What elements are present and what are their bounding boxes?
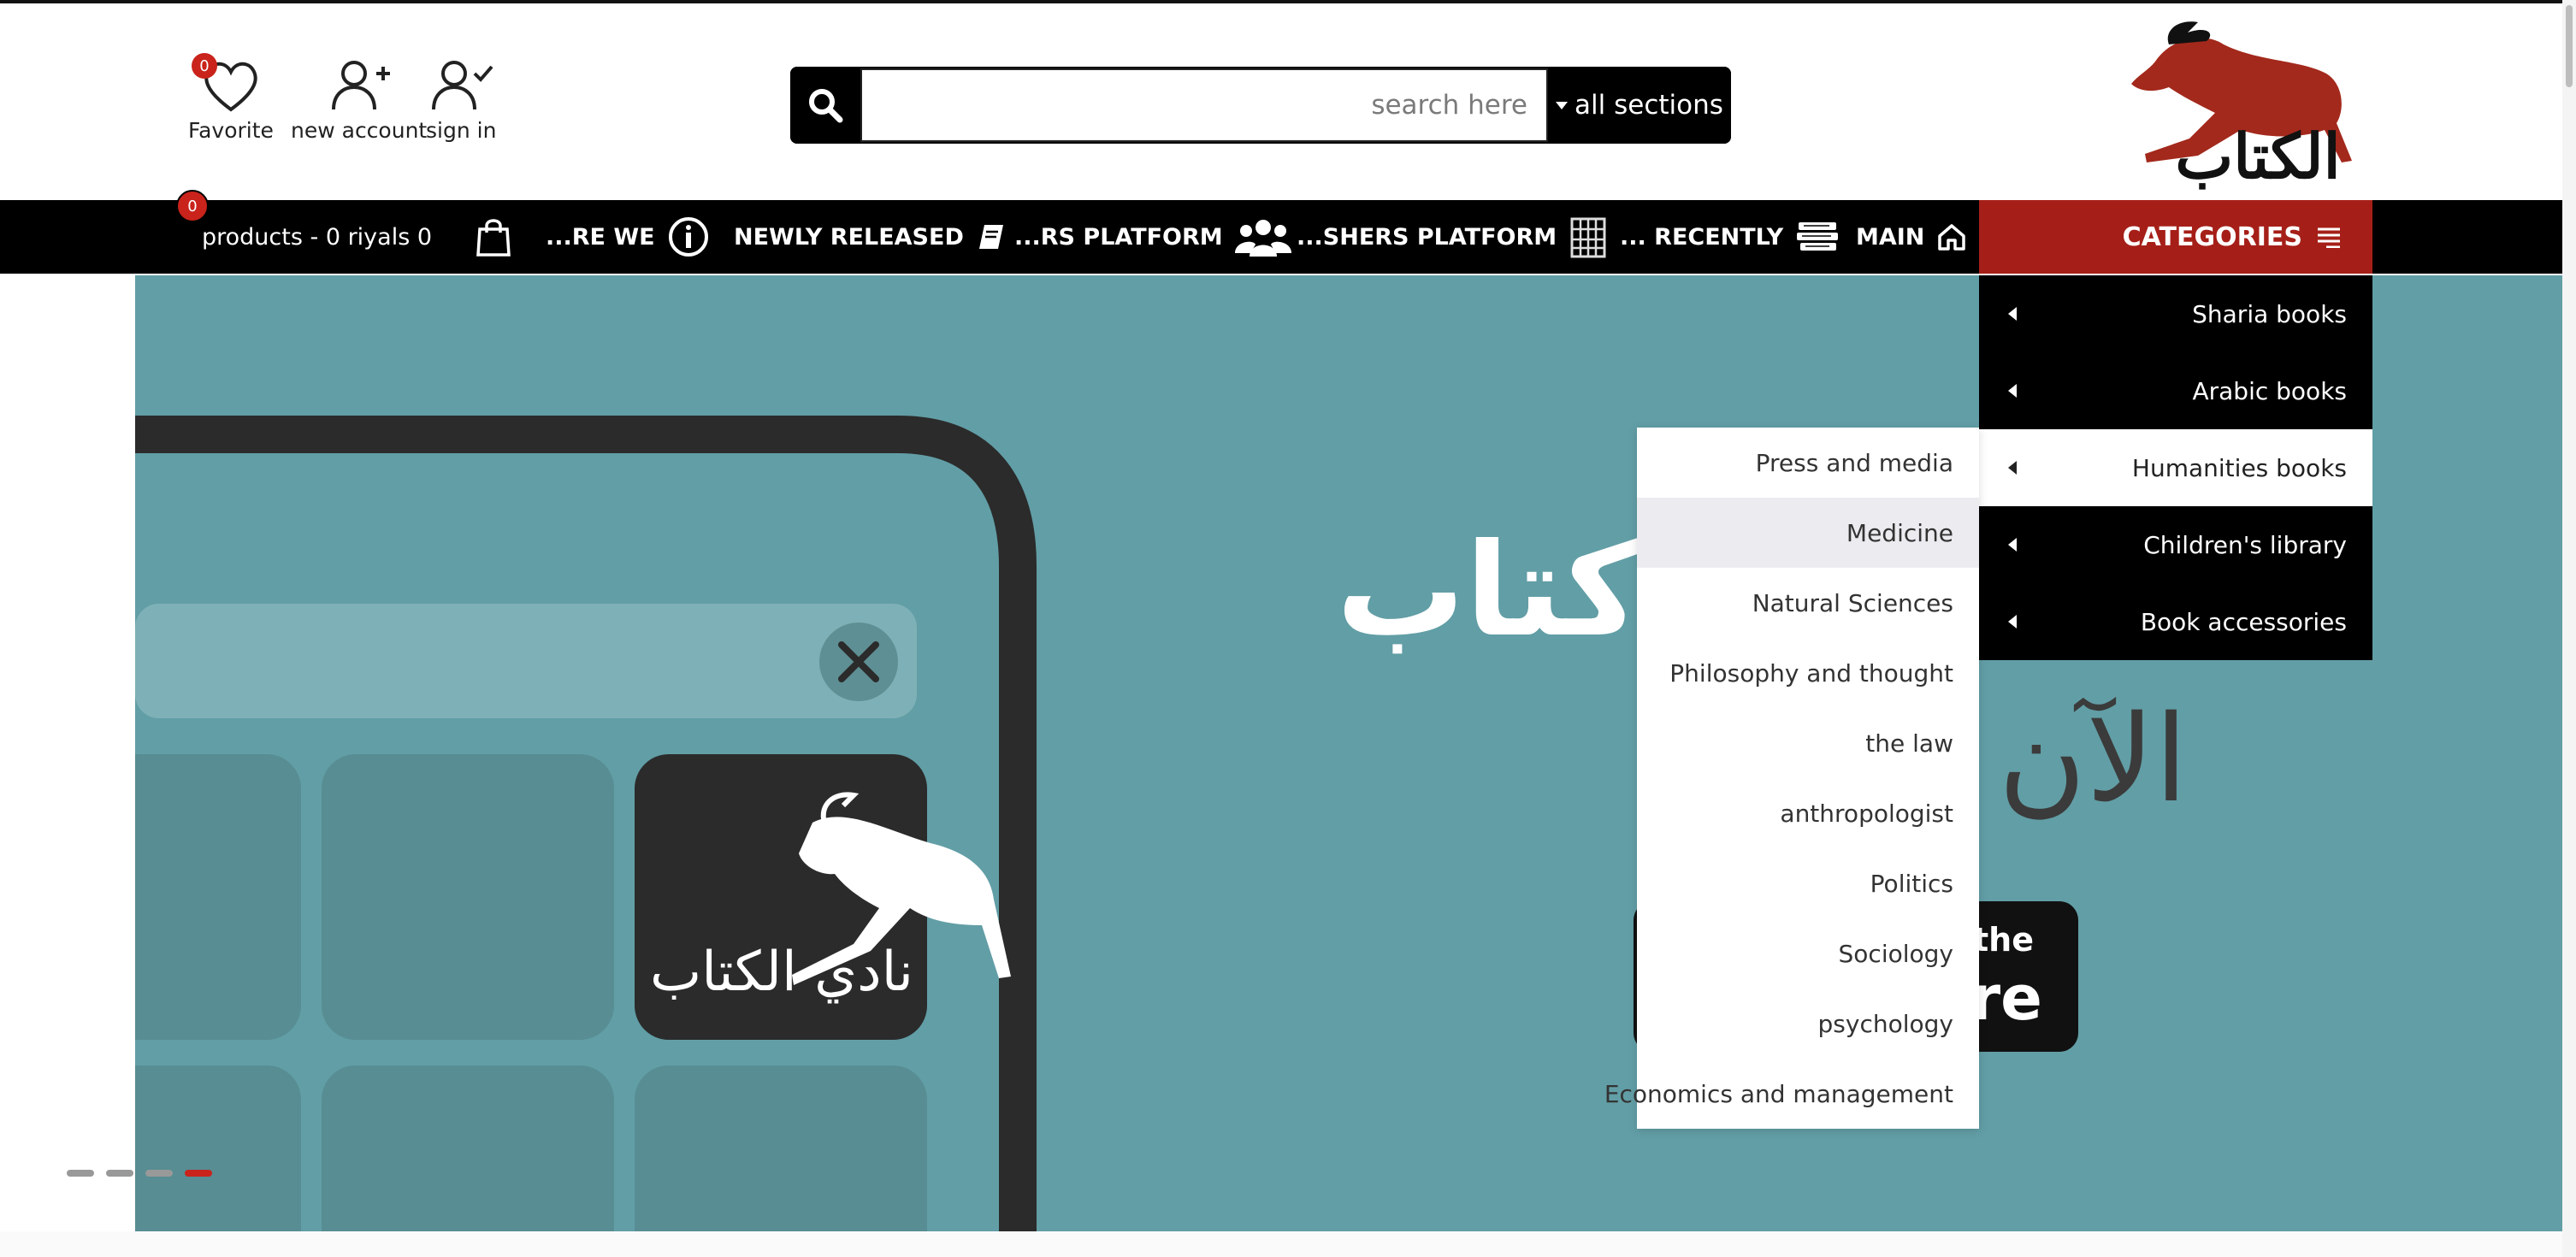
category-humanities-books[interactable]: Humanities books — [1979, 429, 2372, 506]
humanities-submenu: Press and media Medicine Natural Science… — [1604, 428, 1979, 1129]
store-badge-big-text: re — [1970, 962, 2042, 1034]
site-logo[interactable]: الكتاب — [2095, 10, 2369, 200]
category-label: Sharia books — [2192, 299, 2347, 328]
nav-publishers-label: ...SHERS PLATFORM — [1297, 223, 1557, 251]
nav-newly-released-label: NEWLY RELEASED — [734, 223, 964, 251]
nav-main-label: MAIN — [1856, 223, 1925, 251]
favorite-count-badge: 0 — [192, 53, 217, 79]
sign-in-link[interactable]: sign in — [426, 56, 496, 143]
subcategory-economics-management[interactable]: Economics and management — [1604, 1059, 1979, 1129]
vertical-scrollbar[interactable] — [2562, 0, 2576, 1257]
hero-app-label: نادي الكتاب — [650, 941, 913, 1004]
subcategory-psychology[interactable]: psychology — [1637, 988, 1979, 1059]
add-user-icon — [331, 61, 390, 110]
subcategory-philosophy[interactable]: Philosophy and thought — [1637, 638, 1979, 708]
home-icon — [1938, 224, 1966, 251]
logo-text: الكتاب — [2175, 120, 2340, 192]
nav-recently-added[interactable]: ... RECENTLY — [1620, 200, 1840, 274]
caret-left-icon — [2008, 615, 2017, 628]
subcategory-politics[interactable]: Politics — [1637, 848, 1979, 918]
subcategory-press-media[interactable]: Press and media — [1637, 428, 1979, 498]
shopping-bag-icon — [476, 219, 511, 257]
subcategory-sociology[interactable]: Sociology — [1637, 918, 1979, 988]
nav-readers-label: ...RS PLATFORM — [1014, 223, 1223, 251]
caret-left-icon — [2008, 307, 2017, 321]
sign-in-label: sign in — [426, 118, 497, 143]
main-navbar: products - 0 riyals 0 0 ...RE WE NEWLY R… — [0, 190, 2562, 274]
slider-dot-3[interactable] — [145, 1170, 173, 1177]
hero-subline: الآن — [1998, 690, 2188, 829]
nav-main[interactable]: MAIN — [1856, 200, 1967, 274]
category-arabic-books[interactable]: Arabic books — [1979, 352, 2372, 429]
page-bottom-strip — [0, 1231, 2562, 1257]
store-badge-small-text: the — [1973, 921, 2034, 959]
nav-newly-released[interactable]: NEWLY RELEASED — [734, 200, 1007, 274]
category-label: Children's library — [2143, 530, 2347, 559]
subcategory-natural-sciences[interactable]: Natural Sciences — [1637, 568, 1979, 638]
cart-link[interactable]: products - 0 riyals 0 0 — [176, 190, 512, 274]
site-header: Favorite 0 new account sign in all secti… — [0, 3, 2562, 198]
new-account-link[interactable]: new account — [291, 56, 427, 143]
favorite-label: Favorite — [188, 118, 274, 143]
slider-dots — [67, 1170, 212, 1177]
nav-about-label: ...RE WE — [546, 223, 655, 251]
caret-left-icon — [2008, 461, 2017, 475]
categories-label: CATEGORIES — [2122, 221, 2302, 252]
nav-publishers-platform[interactable]: ...SHERS PLATFORM — [1297, 200, 1608, 274]
hero-headline: كتاب — [1336, 516, 1640, 665]
categories-button[interactable]: CATEGORIES — [1979, 200, 2372, 274]
search-bar: all sections — [790, 67, 1731, 144]
new-account-label: new account — [291, 118, 428, 143]
building-icon — [1570, 217, 1606, 258]
users-icon — [1234, 220, 1291, 257]
category-label: Humanities books — [2131, 453, 2347, 482]
search-input[interactable] — [860, 68, 1548, 142]
nav-about-us[interactable]: ...RE WE — [546, 200, 710, 274]
sections-dropdown[interactable]: all sections — [1548, 67, 1731, 144]
category-sharia-books[interactable]: Sharia books — [1979, 275, 2372, 352]
scrollbar-thumb[interactable] — [2566, 5, 2573, 87]
nav-recently-label: ... RECENTLY — [1620, 223, 1784, 251]
caret-left-icon — [2008, 384, 2017, 398]
slider-dot-2[interactable] — [106, 1170, 133, 1177]
categories-menu: Sharia books Arabic books Humanities boo… — [1979, 275, 2372, 660]
caret-down-icon — [1556, 101, 1569, 109]
book-icon — [978, 225, 1003, 249]
slider-dot-4[interactable] — [185, 1170, 212, 1177]
cart-summary-label: products - 0 riyals 0 — [202, 223, 433, 251]
info-icon — [668, 217, 708, 257]
slider-dot-1[interactable] — [67, 1170, 94, 1177]
cart-count-badge: 0 — [176, 190, 209, 222]
sections-label: all sections — [1575, 90, 1723, 121]
search-icon — [809, 89, 843, 123]
books-stack-icon — [1797, 222, 1839, 251]
subcategory-anthropologist[interactable]: anthropologist — [1637, 778, 1979, 848]
subcategory-medicine[interactable]: Medicine — [1637, 498, 1979, 568]
category-book-accessories[interactable]: Book accessories — [1979, 583, 2372, 660]
subcategory-law[interactable]: the law — [1637, 708, 1979, 778]
nav-readers-platform[interactable]: ...RS PLATFORM — [1014, 200, 1291, 274]
user-check-icon — [432, 61, 493, 110]
category-label: Arabic books — [2192, 376, 2347, 405]
menu-lines-icon — [2318, 227, 2340, 248]
category-label: Book accessories — [2140, 607, 2347, 636]
caret-left-icon — [2008, 538, 2017, 552]
search-button[interactable] — [790, 67, 860, 144]
category-childrens-library[interactable]: Children's library — [1979, 506, 2372, 583]
favorite-link[interactable]: Favorite 0 — [188, 53, 274, 143]
